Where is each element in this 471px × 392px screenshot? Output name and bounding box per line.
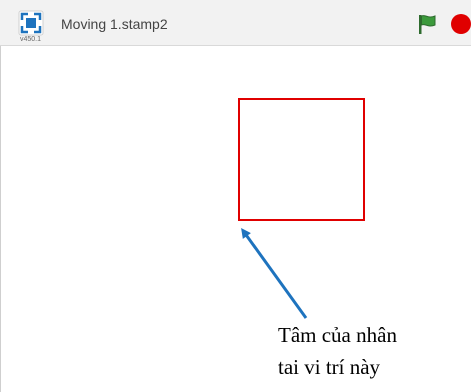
annotation-line-1: Tâm của nhân <box>278 323 397 347</box>
sprite-square <box>238 98 365 221</box>
green-flag-icon[interactable] <box>417 13 437 35</box>
fullscreen-icon[interactable] <box>18 10 44 36</box>
stage[interactable] <box>0 46 471 392</box>
annotation-line-2: tai vi trí này <box>278 355 381 379</box>
scratch-player-window: v450.1 Moving 1.stamp2 Tâm của nhân tai … <box>0 0 471 392</box>
titlebar: v450.1 Moving 1.stamp2 <box>0 0 471 46</box>
stop-icon[interactable] <box>451 14 471 34</box>
version-label: v450.1 <box>20 36 42 43</box>
project-title: Moving 1.stamp2 <box>61 16 168 32</box>
annotation-text: Tâm của nhân tai vi trí này <box>278 319 397 383</box>
